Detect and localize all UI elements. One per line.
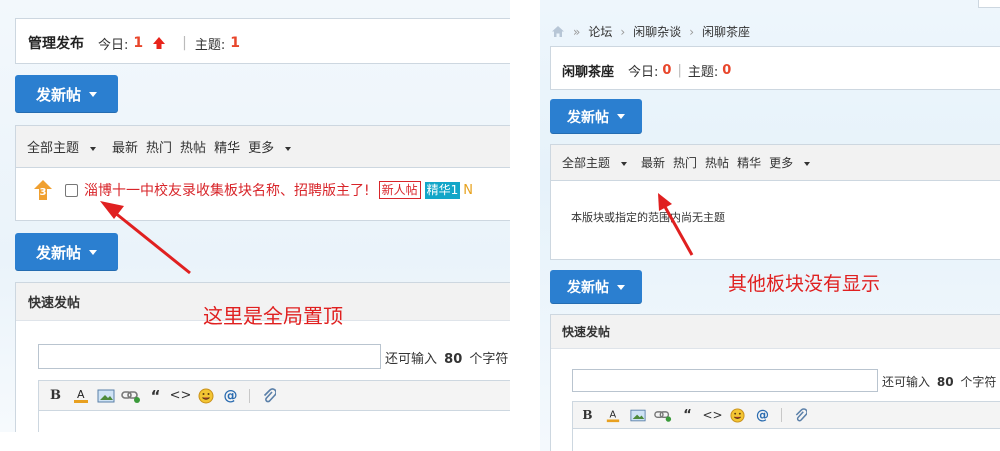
topics-label: 主题:	[687, 65, 719, 80]
today-label: 今日:	[98, 37, 129, 53]
topics-count: 0	[722, 63, 732, 78]
today-label: 今日:	[628, 65, 659, 80]
quote-icon[interactable]: “	[675, 408, 700, 423]
message-editor[interactable]	[38, 411, 510, 432]
toolbar-divider	[249, 388, 250, 403]
separator: |	[677, 63, 682, 78]
attachment-icon[interactable]	[256, 387, 281, 404]
today-count: 0	[662, 63, 672, 78]
thread-row: 3 淄博十一中校友录收集板块名称、招聘版主了! 新人帖 精华1 N	[34, 179, 473, 201]
filter-hot[interactable]: 热门	[146, 137, 172, 156]
bold-icon[interactable]: B	[575, 408, 600, 422]
left-screenshot-pane: 管理发布 今日: 1 | 主题: 1 发新帖 全部主题 最新 热门 热帖 精华 …	[0, 0, 510, 432]
caret-down-icon	[90, 146, 97, 151]
empty-thread-message: 本版块或指定的范围内尚无主题	[571, 211, 725, 224]
right-screenshot-pane: » 论坛 › 闲聊杂谈 › 闲聊茶座 闲聊茶座 今日: 0 | 主题: 0 发新…	[540, 0, 1000, 451]
thread-filter-bar: 全部主题 最新 热门 热帖 精华 更多	[16, 126, 510, 168]
filter-digest[interactable]: 精华	[737, 154, 761, 171]
char-counter: 还可输入 80 个字符	[882, 375, 997, 389]
new-post-label: 发新帖	[35, 85, 81, 104]
subject-input[interactable]	[572, 369, 878, 392]
message-editor[interactable]	[572, 429, 1000, 451]
quick-post-header: 快速发帖	[551, 315, 1000, 349]
thread-filter-bar: 全部主题 最新 热门 热帖 精华 更多	[551, 145, 1000, 181]
caret-down-icon	[621, 161, 628, 166]
forum-title: 闲聊茶座	[562, 65, 615, 80]
font-color-icon[interactable]: A	[68, 387, 93, 404]
filter-all-topics[interactable]: 全部主题	[27, 137, 97, 156]
breadcrumb-category[interactable]: 闲聊杂谈	[633, 23, 681, 40]
mention-icon[interactable]: @	[218, 388, 243, 404]
smiley-icon[interactable]	[193, 388, 218, 404]
svg-text:A: A	[609, 409, 616, 420]
caret-down-icon	[89, 249, 97, 255]
top-bar-remnant	[978, 0, 1000, 8]
filter-more[interactable]: 更多	[248, 137, 292, 156]
breadcrumb-board[interactable]: 闲聊茶座	[702, 23, 750, 40]
caret-down-icon	[804, 161, 811, 166]
topics-count: 1	[230, 35, 240, 51]
separator: |	[182, 35, 187, 51]
filter-hot-posts[interactable]: 热帖	[180, 137, 206, 156]
char-counter: 还可输入 80 个字符	[385, 352, 509, 367]
smiley-icon[interactable]	[725, 407, 750, 423]
quick-post-panel: 快速发帖 还可输入 80 个字符 B A “ <> @	[550, 314, 1000, 451]
thread-checkbox[interactable]	[65, 183, 78, 197]
toolbar-divider	[781, 408, 782, 422]
topics-label: 主题:	[194, 37, 226, 53]
filter-hot[interactable]: 热门	[673, 154, 697, 171]
new-post-label: 发新帖	[567, 280, 609, 296]
thread-list: 全部主题 最新 热门 热帖 精华 更多 本版块或指定的范围内尚无主题	[550, 144, 1000, 260]
forum-header: 闲聊茶座 今日: 0 | 主题: 0	[550, 46, 1000, 90]
link-icon[interactable]	[650, 409, 675, 422]
breadcrumb-forum[interactable]: 论坛	[588, 23, 612, 40]
filter-hot-posts[interactable]: 热帖	[705, 154, 729, 171]
forum-header: 管理发布 今日: 1 | 主题: 1	[15, 18, 510, 64]
bold-icon[interactable]: B	[43, 388, 68, 403]
forum-title: 管理发布	[28, 36, 84, 52]
svg-text:A: A	[77, 388, 85, 401]
editor-toolbar: B A “ <> @	[572, 401, 1000, 429]
code-icon[interactable]: <>	[700, 408, 725, 422]
new-post-button-top[interactable]: 发新帖	[550, 99, 642, 134]
thread-list: 全部主题 最新 热门 热帖 精华 更多 3 淄博十一中校友录收集板块名称、招聘版…	[15, 125, 510, 221]
annotation-not-shown: 其他板块没有显示	[728, 273, 881, 295]
caret-down-icon	[617, 114, 625, 119]
code-icon[interactable]: <>	[168, 388, 193, 403]
mention-icon[interactable]: @	[750, 408, 775, 423]
subject-input[interactable]	[38, 344, 381, 369]
annotation-global-pin: 这里是全局置顶	[203, 304, 343, 328]
quote-icon[interactable]: “	[143, 387, 168, 405]
thread-trailing-text: N	[463, 182, 474, 198]
font-color-icon[interactable]: A	[600, 408, 625, 423]
filter-all-topics[interactable]: 全部主题	[562, 154, 628, 171]
new-post-label: 发新帖	[567, 109, 609, 126]
image-icon[interactable]	[625, 409, 650, 422]
caret-down-icon	[285, 146, 292, 151]
filter-latest[interactable]: 最新	[112, 137, 138, 156]
editor-toolbar: B A “ <> @	[38, 380, 510, 411]
breadcrumb: » 论坛 › 闲聊杂谈 › 闲聊茶座	[551, 23, 750, 40]
new-post-button-bottom[interactable]: 发新帖	[15, 233, 118, 271]
today-count: 1	[133, 35, 144, 51]
thread-title-link[interactable]: 淄博十一中校友录收集板块名称、招聘版主了!	[84, 180, 370, 200]
global-pin-icon: 3	[34, 180, 52, 200]
filter-digest[interactable]: 精华	[214, 137, 240, 156]
attachment-icon[interactable]	[788, 407, 813, 423]
caret-down-icon	[89, 91, 97, 97]
char-count-value: 80	[444, 352, 463, 367]
new-post-button-bottom[interactable]: 发新帖	[550, 270, 642, 304]
new-post-label: 发新帖	[35, 243, 81, 262]
new-post-button-top[interactable]: 发新帖	[15, 75, 118, 113]
arrow-up-icon	[152, 36, 166, 50]
new-user-badge: 新人帖	[378, 181, 421, 199]
image-icon[interactable]	[93, 389, 118, 403]
digest-badge: 精华1	[424, 181, 461, 199]
link-icon[interactable]	[118, 389, 143, 403]
filter-latest[interactable]: 最新	[641, 154, 665, 171]
caret-down-icon	[617, 284, 625, 290]
char-count-value: 80	[936, 375, 954, 389]
filter-more[interactable]: 更多	[769, 154, 811, 171]
home-icon[interactable]	[551, 25, 565, 38]
